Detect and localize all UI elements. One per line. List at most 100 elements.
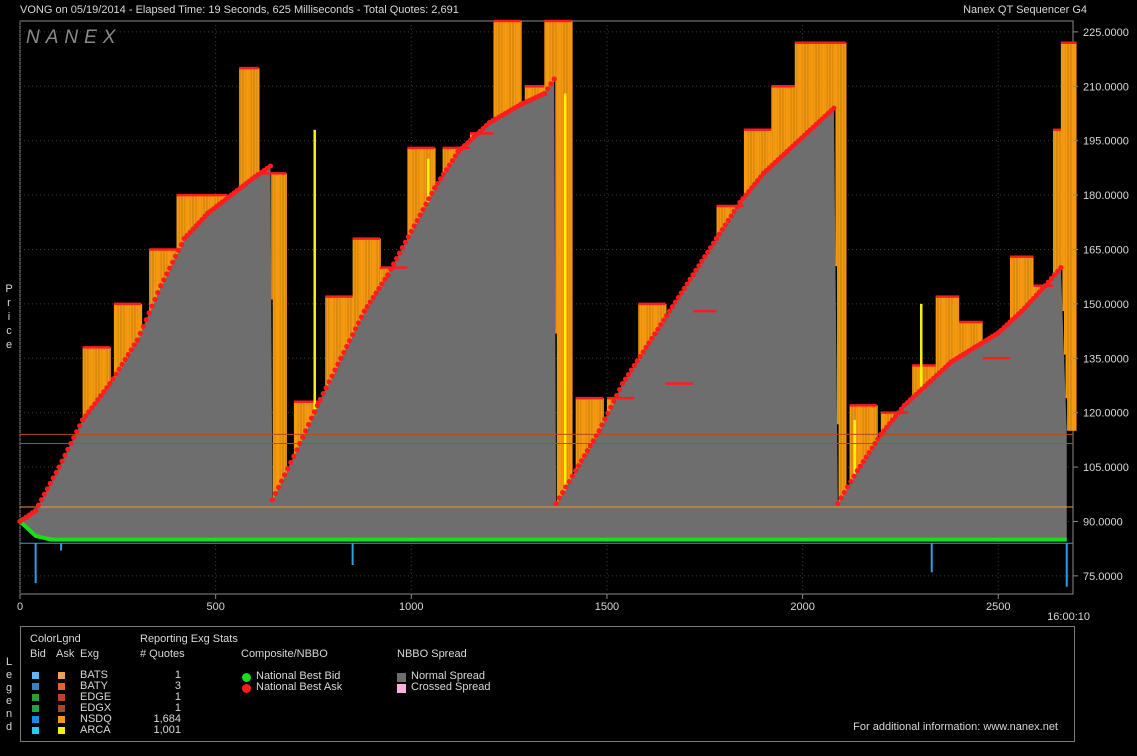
ask-marker (41, 491, 48, 497)
ask-bar (163, 249, 165, 282)
ask-bar (802, 42, 805, 138)
ask-bar (826, 42, 828, 116)
ask-bar (325, 296, 327, 390)
ask-bar (553, 21, 556, 80)
ask-bar (190, 195, 193, 232)
ask-marker (443, 167, 450, 173)
ask-bar (280, 173, 283, 484)
ask-bar (123, 303, 125, 363)
ask-bar (758, 129, 760, 181)
ask-bar (85, 347, 88, 416)
ask-bar (98, 347, 100, 400)
ask-bar (869, 405, 872, 452)
ask-bar (1056, 129, 1058, 274)
ask-marker (411, 223, 417, 229)
ask-marker (713, 235, 720, 242)
ask-bar (1054, 129, 1057, 275)
ask-bar (90, 347, 93, 410)
ask-bar (102, 347, 105, 393)
ask-bar (493, 21, 496, 121)
ask-bar (187, 195, 190, 236)
ask-bar (1059, 129, 1061, 270)
ask-bar (560, 21, 562, 497)
ask-bar (782, 86, 784, 156)
ask-bar (822, 42, 825, 119)
ask-bar (1070, 42, 1072, 431)
ask-marker (831, 105, 837, 111)
exchange-quote-count: 1,001 (153, 724, 181, 736)
x-tick-label: 1500 (595, 601, 619, 613)
ask-bar (416, 147, 419, 222)
ask-bar (510, 21, 513, 111)
watermark: NANEX (26, 27, 121, 48)
ask-marker (282, 472, 288, 478)
ask-bar (971, 322, 974, 350)
ask-marker (602, 416, 608, 422)
ask-marker (646, 340, 652, 346)
ask-bar (962, 322, 964, 356)
ask-bar (101, 347, 103, 396)
ask-marker (599, 422, 605, 428)
ask-bar (810, 42, 813, 130)
ask-bar (354, 238, 356, 332)
ask-bar (192, 195, 194, 231)
ask-bar (647, 303, 650, 345)
ask-bar (421, 147, 424, 213)
ask-marker (611, 398, 617, 404)
crossed-spread-label: Crossed Spread (411, 681, 491, 693)
ask-marker (71, 435, 77, 441)
ask-marker (113, 371, 119, 377)
ask-marker (429, 190, 435, 196)
ask-marker (446, 162, 453, 168)
ask-bar (790, 86, 792, 149)
ask-marker (294, 447, 300, 453)
ask-bar (819, 42, 822, 122)
ask-bar (818, 42, 820, 123)
ask-bar (863, 405, 866, 462)
ask-bar (410, 147, 413, 233)
price-chart[interactable]: 75.0000 90.0000 105.0000 120.0000 135.0000 15… (0, 0, 1137, 625)
ask-marker (854, 468, 860, 474)
ask-bar (1020, 256, 1023, 312)
ask-bar (783, 86, 786, 155)
ask-marker (272, 490, 279, 497)
ask-marker (666, 308, 673, 314)
x-tick-label: 2000 (790, 601, 814, 613)
ask-bar (759, 129, 762, 179)
ask-marker (149, 303, 155, 309)
ask-bar (104, 347, 107, 391)
ask-bar (337, 296, 340, 365)
ask-marker (332, 367, 338, 373)
ask-bar (821, 42, 823, 120)
ask-marker (285, 466, 291, 472)
ask-bar (257, 68, 260, 175)
ask-marker (664, 313, 670, 319)
footer-link[interactable]: For additional information: www.nanex.ne… (853, 721, 1058, 733)
ask-bar (948, 296, 950, 365)
ask-bar (376, 238, 378, 293)
ask-bar (813, 42, 816, 127)
ask-marker (722, 222, 728, 228)
ask-marker (405, 234, 411, 240)
ask-bar (866, 405, 869, 457)
ask-marker (581, 453, 588, 459)
ask-bar (283, 173, 286, 477)
ask-marker (690, 272, 696, 278)
ask-marker (335, 361, 341, 367)
ask-bar (424, 147, 427, 207)
ask-bar (650, 303, 653, 341)
ask-marker (47, 480, 53, 486)
ask-bar (951, 296, 953, 362)
ask-marker (696, 263, 702, 269)
ask-marker (291, 453, 297, 459)
ask-marker (53, 469, 59, 476)
ask-bar (761, 129, 763, 177)
ask-marker (382, 276, 388, 282)
ask-marker (376, 285, 382, 292)
ask-bar (552, 21, 554, 82)
ask-bar (279, 173, 281, 487)
ask-bar (937, 296, 939, 375)
ask-bar (95, 347, 97, 404)
ask-marker (705, 249, 711, 255)
ask-bar (499, 21, 502, 117)
